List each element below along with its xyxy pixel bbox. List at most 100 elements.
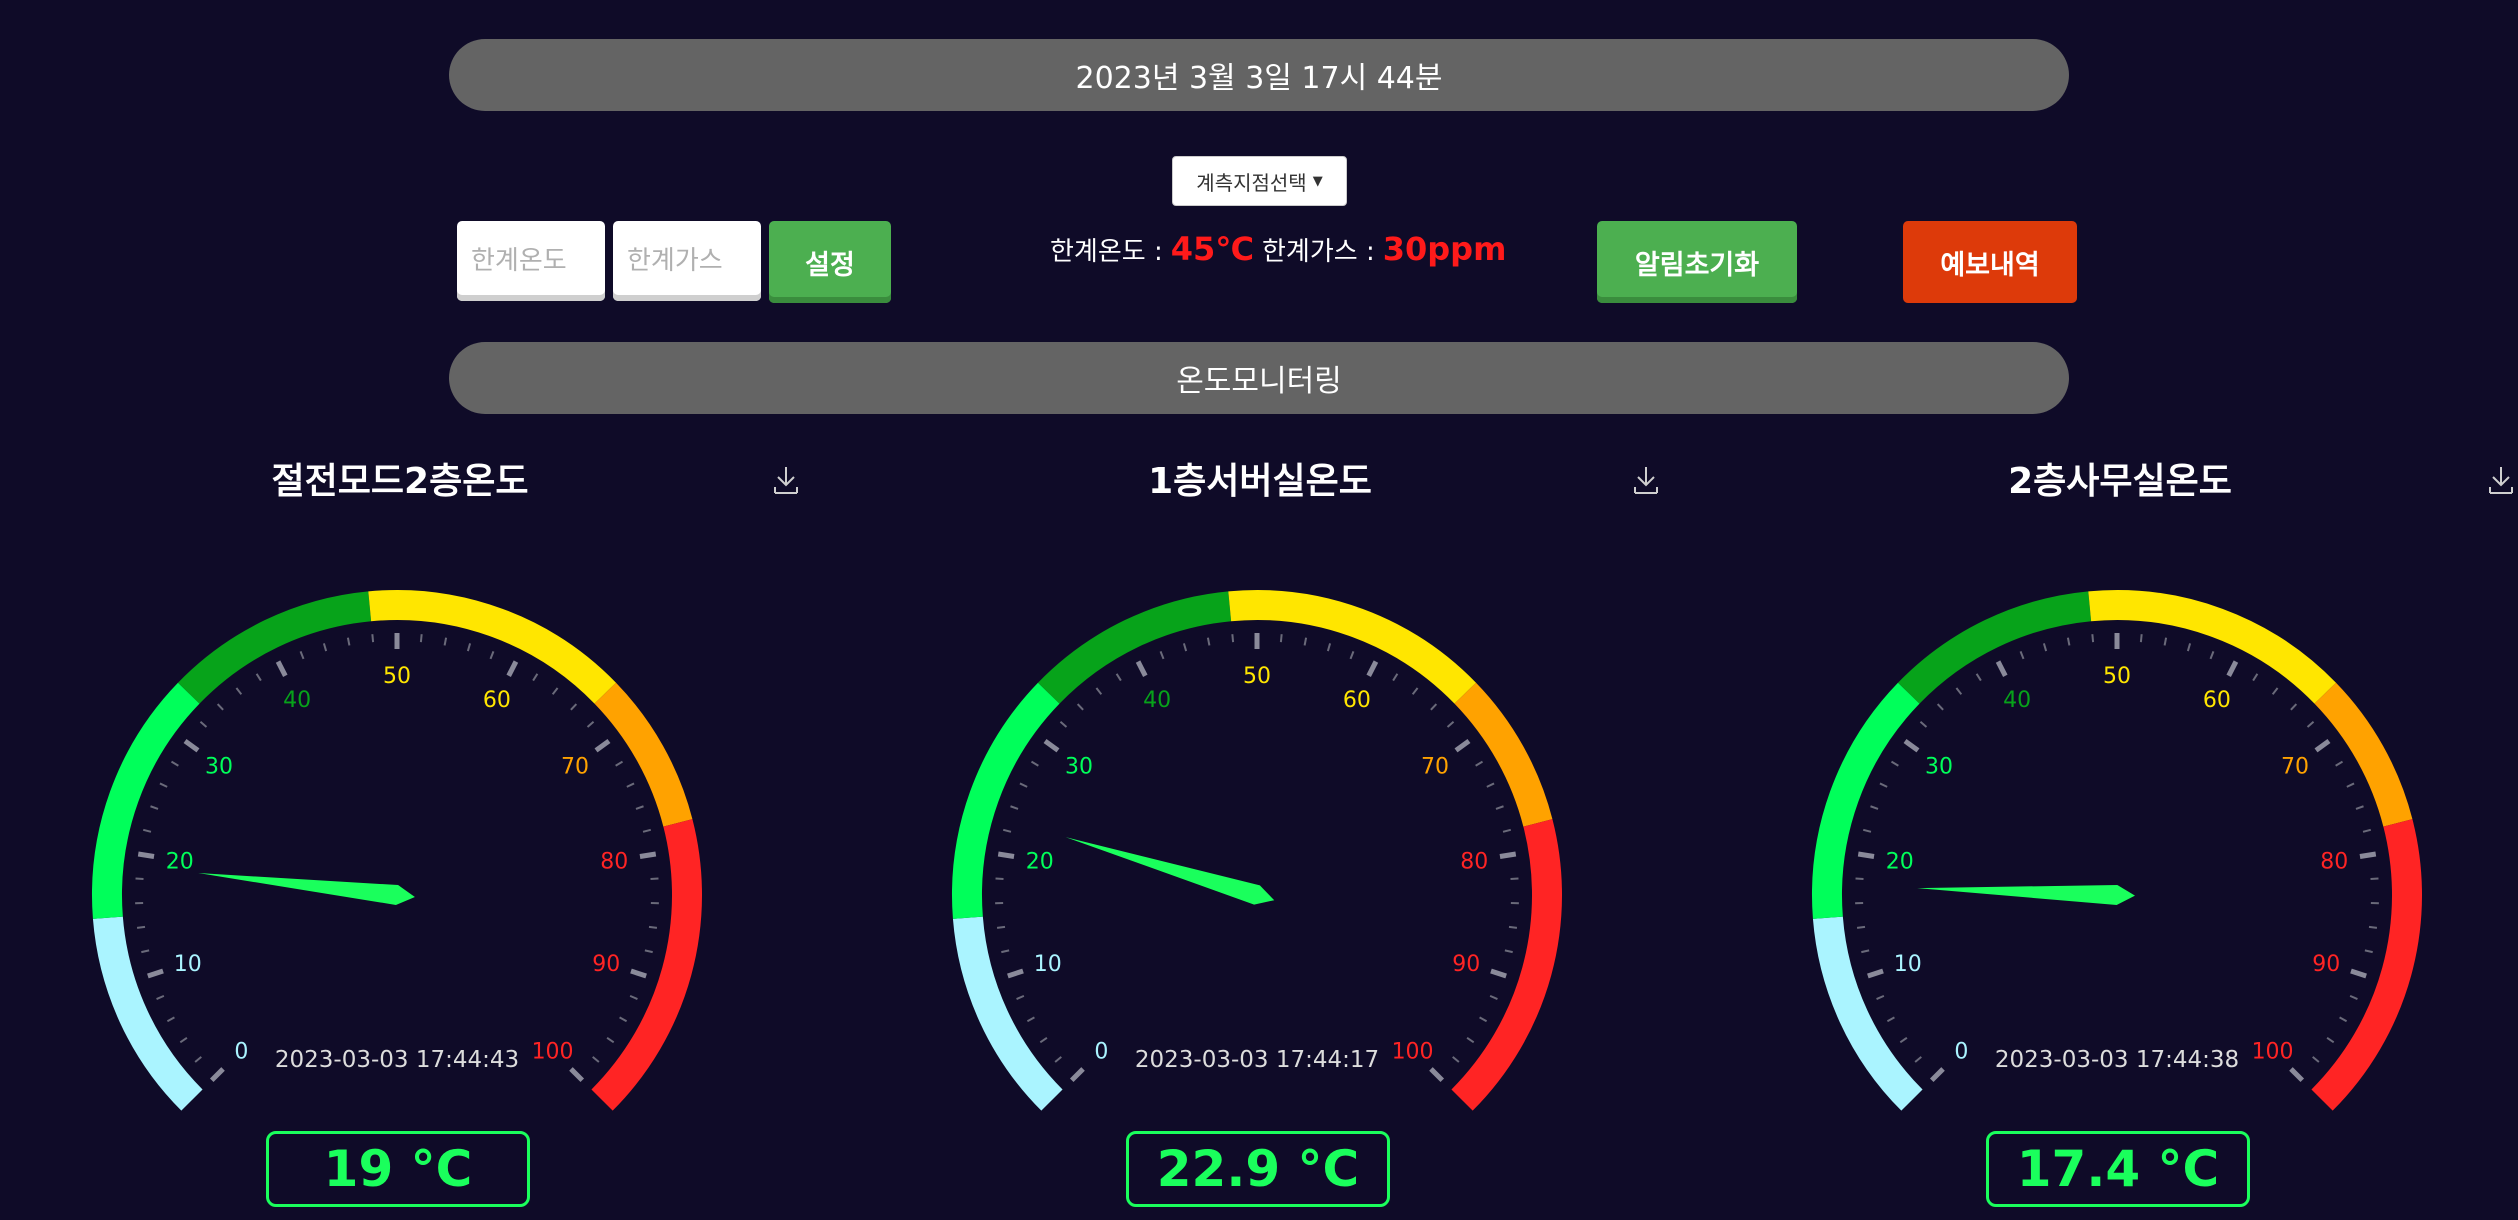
gauge-tick (150, 805, 159, 810)
gauge-tick (136, 925, 146, 929)
gauge-tick-label: 60 (483, 688, 511, 713)
gauge-tick (2139, 634, 2143, 643)
gauge-tick (142, 828, 152, 833)
gauge-tick-label: 0 (234, 1040, 248, 1065)
gauge-tick (183, 738, 200, 753)
gauge-tick (1879, 782, 1888, 788)
gauge-tick (1495, 805, 1504, 810)
gauge-tick (2368, 925, 2378, 929)
gauge-tick (2019, 651, 2025, 660)
gauge-tick (166, 1016, 175, 1023)
download-icon[interactable] (1633, 465, 1659, 495)
gauge-tick (639, 851, 657, 859)
gauge-tick (1975, 673, 1982, 682)
gauge-band (1897, 591, 2092, 704)
gauge-tick (2163, 637, 2168, 646)
gauge-tick (1069, 1067, 1085, 1083)
gauge-tick (1349, 651, 1355, 660)
gauge-tick (255, 673, 262, 682)
gauge-tick (650, 877, 659, 881)
gauge-tick (996, 925, 1006, 929)
gauge-tick-label: 80 (2320, 850, 2348, 875)
gauge-tick (2346, 782, 2355, 788)
gauge-tick-label: 30 (1925, 755, 1953, 780)
gauge-tick (1919, 720, 1928, 728)
gauge-tick-label: 10 (174, 952, 202, 977)
gauge-tick (606, 1036, 615, 1044)
gauge-band (952, 682, 1060, 919)
temperature-reading: 19 °C (266, 1131, 530, 1207)
temperature-reading: 17.4 °C (1986, 1131, 2250, 1207)
gauge-tick (2364, 949, 2373, 954)
gauge-tick (159, 782, 168, 788)
gauge-tick (1486, 782, 1495, 788)
gauge-tick (506, 660, 519, 677)
gauge-tick (1502, 828, 1512, 833)
reset-alarm-button[interactable]: 알림초기화 (1597, 221, 1797, 303)
gauge-tick (1076, 703, 1084, 711)
set-button[interactable]: 설정 (769, 221, 891, 303)
gauge-tick (194, 1056, 202, 1063)
gauge-tick (1995, 660, 2008, 677)
gauge-tick (2209, 651, 2215, 660)
gauge-tick (1054, 1056, 1062, 1063)
gauge-tick (2289, 1067, 2305, 1083)
gauge-tick-label: 40 (1143, 688, 1171, 713)
limit-temp-input[interactable] (457, 221, 605, 301)
gauge-tick-label: 40 (2003, 688, 2031, 713)
gauge-tick-label: 20 (1886, 850, 1914, 875)
gauge-tick (135, 877, 144, 881)
gauge-tick (2359, 851, 2377, 859)
gauge-tick (1489, 994, 1498, 1000)
gauge-tick (1182, 643, 1188, 652)
gauge-tick (170, 760, 179, 767)
gauge-tick (594, 738, 611, 753)
measurement-point-dropdown[interactable]: 계측지점선택 ▼ (1172, 156, 1347, 206)
gauge-tick (1446, 720, 1455, 728)
gauge-tick (2349, 994, 2358, 1000)
gauge-tick (619, 1016, 628, 1023)
gauge-tick (1870, 805, 1879, 810)
gauge-tick (1955, 687, 1963, 695)
gauge-tick-label: 0 (1094, 1040, 1108, 1065)
gauge-title: 2층사무실온도 (2008, 461, 2232, 502)
gauge-tick (1452, 1056, 1460, 1063)
gauge-tick (1914, 1056, 1922, 1063)
gauge-tick (2066, 637, 2071, 646)
gauge-tick (626, 782, 635, 788)
gauge-tick (1095, 687, 1103, 695)
forecast-button[interactable]: 예보내역 (1903, 221, 2077, 303)
gauge-tick (1115, 673, 1122, 682)
datetime-text: 2023년 3월 3일 17시 44분 (1075, 61, 1443, 96)
gauge-tick (1479, 1016, 1488, 1023)
gauge-tick (2362, 828, 2372, 833)
gauge-tick (466, 643, 472, 652)
download-icon[interactable] (2488, 465, 2514, 495)
gauge-tick-label: 80 (1460, 850, 1488, 875)
gauge-tick (1059, 720, 1068, 728)
gauge-title: 절전모드2층온도 (271, 461, 529, 502)
gauge-tick (629, 994, 638, 1000)
gauge-tick (489, 651, 495, 660)
gauge-tick (1392, 673, 1399, 682)
gauge-tick (642, 828, 652, 833)
dropdown-label: 계측지점선택 (1196, 170, 1307, 195)
gauge-band (92, 682, 200, 919)
gauge-tick-label: 50 (2103, 664, 2131, 689)
gauge-tick (1508, 925, 1518, 929)
gauge-tick (371, 634, 375, 643)
gauge-title: 1층서버실온도 (1148, 461, 1372, 502)
gauge-tick (1026, 1016, 1035, 1023)
gauge-tick-label: 20 (166, 850, 194, 875)
limit-gas-input[interactable] (613, 221, 761, 301)
gauge-tick (2226, 660, 2239, 677)
gauge-tick (156, 994, 165, 1000)
download-icon[interactable] (773, 465, 799, 495)
gauge-tick (1001, 949, 1010, 954)
gauge-tick (630, 968, 647, 979)
gauge-tick (997, 851, 1015, 859)
gauge-tick (1039, 1036, 1048, 1044)
gauge-tick (1430, 703, 1438, 711)
gauge-tick (1279, 634, 1283, 643)
limit-gas-label: 한계가스 : (1262, 237, 1375, 267)
